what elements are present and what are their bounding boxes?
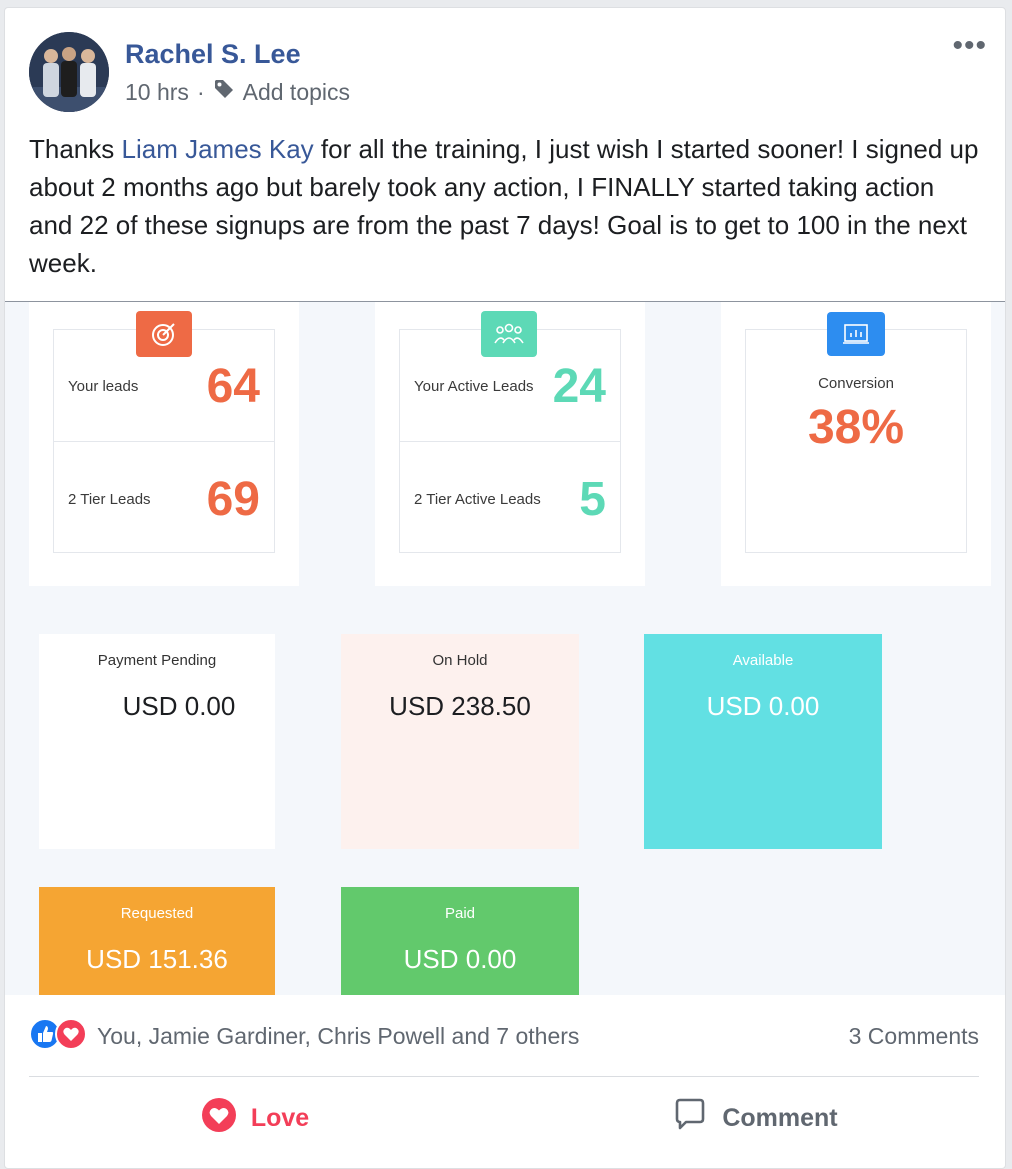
tier-active-row: 2 Tier Active Leads 5 [400, 471, 620, 527]
reaction-summary[interactable]: You, Jamie Gardiner, Chris Powell and 7 … [29, 1017, 579, 1055]
leads-panel: Your leads 64 2 Tier Leads 69 [29, 302, 299, 586]
post-text-start: Thanks [29, 134, 122, 164]
conversion-card: Conversion 38% [745, 329, 967, 553]
post-actions: Love Comment [5, 1088, 1005, 1148]
comments-count[interactable]: 3 Comments [849, 1023, 979, 1050]
more-options-button[interactable]: ••• [952, 31, 987, 61]
on-hold-card: On Hold USD 238.50 [341, 634, 579, 849]
on-hold-value: USD 238.50 [389, 691, 531, 721]
post-time[interactable]: 10 hrs [125, 79, 189, 106]
active-leads-card: Your Active Leads 24 2 Tier Active Leads… [399, 329, 621, 553]
requested-label: Requested [120, 905, 194, 922]
conversion-panel: Conversion 38% [721, 302, 991, 586]
comment-label: Comment [722, 1103, 838, 1132]
paid-value: USD 0.00 [403, 944, 517, 974]
tier-active-label: 2 Tier Active Leads [414, 490, 541, 508]
tier-leads-value: 69 [206, 472, 260, 526]
paid-label: Paid [444, 905, 476, 922]
add-topics-link[interactable]: Add topics [243, 79, 350, 106]
reaction-names[interactable]: You, Jamie Gardiner, Chris Powell and 7 … [97, 1023, 579, 1050]
tier-leads-label: 2 Tier Leads [68, 490, 151, 508]
card-divider [400, 441, 620, 442]
post-meta: 10 hrs · Add topics [125, 78, 350, 106]
paid-card: Paid USD 0.00 [341, 887, 579, 995]
tier-leads-row: 2 Tier Leads 69 [54, 471, 274, 527]
leads-card: Your leads 64 2 Tier Leads 69 [53, 329, 275, 553]
users-icon [481, 311, 537, 357]
mention-link[interactable]: Liam James Kay [122, 134, 314, 164]
active-leads-panel: Your Active Leads 24 2 Tier Active Leads… [375, 302, 645, 586]
tier-active-value: 5 [579, 472, 606, 526]
meta-separator: · [196, 78, 205, 105]
facebook-post: Rachel S. Lee 10 hrs · Add topics ••• Th… [4, 7, 1006, 1169]
reactions-bar: You, Jamie Gardiner, Chris Powell and 7 … [29, 1016, 979, 1056]
love-icon [201, 1097, 237, 1140]
author-avatar[interactable] [29, 32, 109, 112]
target-icon [136, 311, 192, 357]
tag-icon [213, 78, 235, 106]
love-label: Love [250, 1103, 310, 1132]
payment-pending-card: Payment Pending USD 0.00 [39, 634, 275, 849]
post-text: Thanks Liam James Kay for all the traini… [29, 130, 979, 282]
comment-button[interactable]: Comment [505, 1088, 1005, 1148]
actions-divider [29, 1076, 979, 1077]
love-reaction-icon [55, 1017, 87, 1055]
active-leads-row: Your Active Leads 24 [400, 358, 620, 414]
conversion-label: Conversion [818, 375, 894, 392]
author-name[interactable]: Rachel S. Lee [125, 39, 301, 70]
available-value: USD 0.00 [706, 691, 820, 721]
on-hold-label: On Hold [432, 652, 488, 669]
requested-card: Requested USD 151.36 [39, 887, 275, 995]
comment-icon [672, 1097, 708, 1140]
chart-icon [827, 312, 885, 356]
payment-pending-value: USD 0.00 [122, 691, 236, 721]
your-leads-row: Your leads 64 [54, 358, 274, 414]
active-leads-label: Your Active Leads [414, 377, 534, 395]
your-leads-value: 64 [206, 359, 260, 413]
requested-value: USD 151.36 [86, 944, 228, 974]
love-button[interactable]: Love [5, 1088, 505, 1148]
card-divider [54, 441, 274, 442]
available-label: Available [732, 652, 794, 669]
reaction-icons [29, 1017, 87, 1055]
available-card: Available USD 0.00 [644, 634, 882, 849]
payment-pending-label: Payment Pending [97, 652, 217, 669]
conversion-value: 38% [807, 401, 905, 454]
your-leads-label: Your leads [68, 377, 139, 395]
post-image[interactable]: Your leads 64 2 Tier Leads 69 Your Activ… [5, 301, 1005, 995]
active-leads-value: 24 [552, 359, 606, 413]
